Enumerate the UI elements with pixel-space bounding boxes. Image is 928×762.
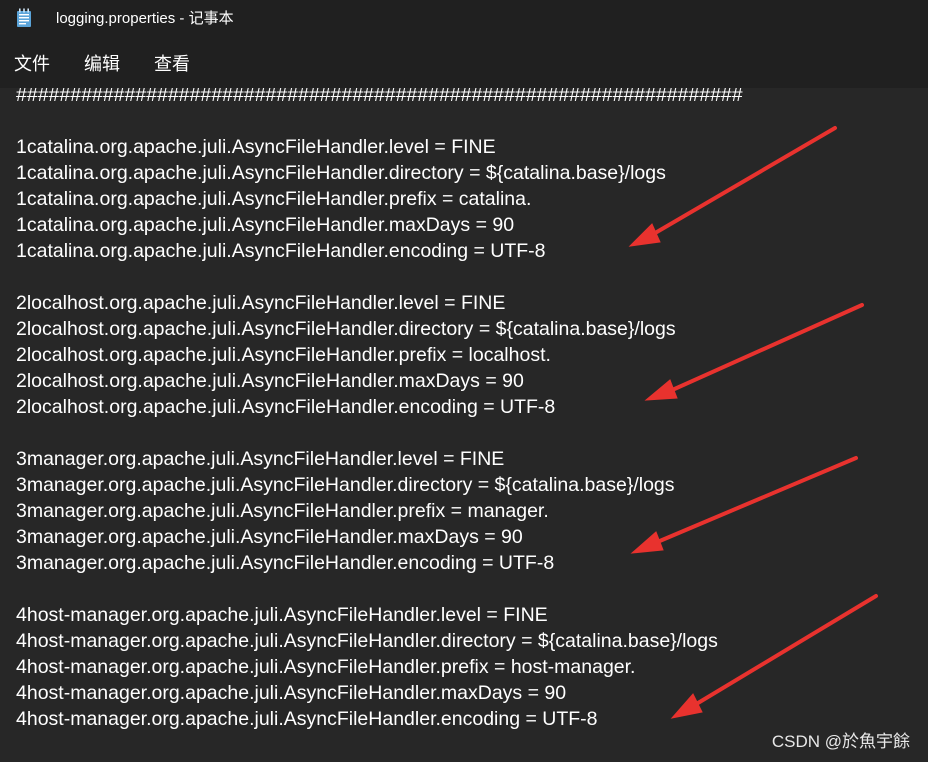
text-line-22: 4host-manager.org.apache.juli.AsyncFileH… xyxy=(16,630,718,652)
text-line-21: 4host-manager.org.apache.juli.AsyncFileH… xyxy=(16,604,548,626)
text-line-19: 3manager.org.apache.juli.AsyncFileHandle… xyxy=(16,552,555,574)
text-line-4: 1catalina.org.apache.juli.AsyncFileHandl… xyxy=(16,162,666,184)
text-line-12: 2localhost.org.apache.juli.AsyncFileHand… xyxy=(16,370,524,392)
text-line-15: 3manager.org.apache.juli.AsyncFileHandle… xyxy=(16,448,505,470)
text-line-24: 4host-manager.org.apache.juli.AsyncFileH… xyxy=(16,682,567,704)
text-line-1: ########################################… xyxy=(16,88,743,106)
menu-edit[interactable]: 编辑 xyxy=(84,53,120,75)
notepad-icon xyxy=(17,8,31,27)
title-bar[interactable]: logging.properties - 记事本 xyxy=(0,0,928,38)
text-line-23: 4host-manager.org.apache.juli.AsyncFileH… xyxy=(16,656,636,678)
text-line-6: 1catalina.org.apache.juli.AsyncFileHandl… xyxy=(16,214,515,236)
text-line-11: 2localhost.org.apache.juli.AsyncFileHand… xyxy=(16,344,551,366)
text-line-7: 1catalina.org.apache.juli.AsyncFileHandl… xyxy=(16,240,546,262)
text-line-5: 1catalina.org.apache.juli.AsyncFileHandl… xyxy=(16,188,532,210)
text-line-9: 2localhost.org.apache.juli.AsyncFileHand… xyxy=(16,292,506,314)
window-title: logging.properties - 记事本 xyxy=(56,10,234,27)
text-line-10: 2localhost.org.apache.juli.AsyncFileHand… xyxy=(16,318,676,340)
csdn-watermark: CSDN @於魚宇餘 xyxy=(771,732,910,751)
text-line-13: 2localhost.org.apache.juli.AsyncFileHand… xyxy=(16,396,556,418)
menu-file[interactable]: 文件 xyxy=(14,53,50,75)
text-line-25: 4host-manager.org.apache.juli.AsyncFileH… xyxy=(16,708,598,730)
text-line-17: 3manager.org.apache.juli.AsyncFileHandle… xyxy=(16,500,549,522)
text-line-3: 1catalina.org.apache.juli.AsyncFileHandl… xyxy=(16,136,496,158)
menu-bar: 文件 编辑 查看 xyxy=(0,38,928,88)
text-editor-area[interactable]: ########################################… xyxy=(0,88,928,762)
menu-view[interactable]: 查看 xyxy=(154,53,190,75)
text-line-16: 3manager.org.apache.juli.AsyncFileHandle… xyxy=(16,474,675,496)
text-line-18: 3manager.org.apache.juli.AsyncFileHandle… xyxy=(16,526,523,548)
